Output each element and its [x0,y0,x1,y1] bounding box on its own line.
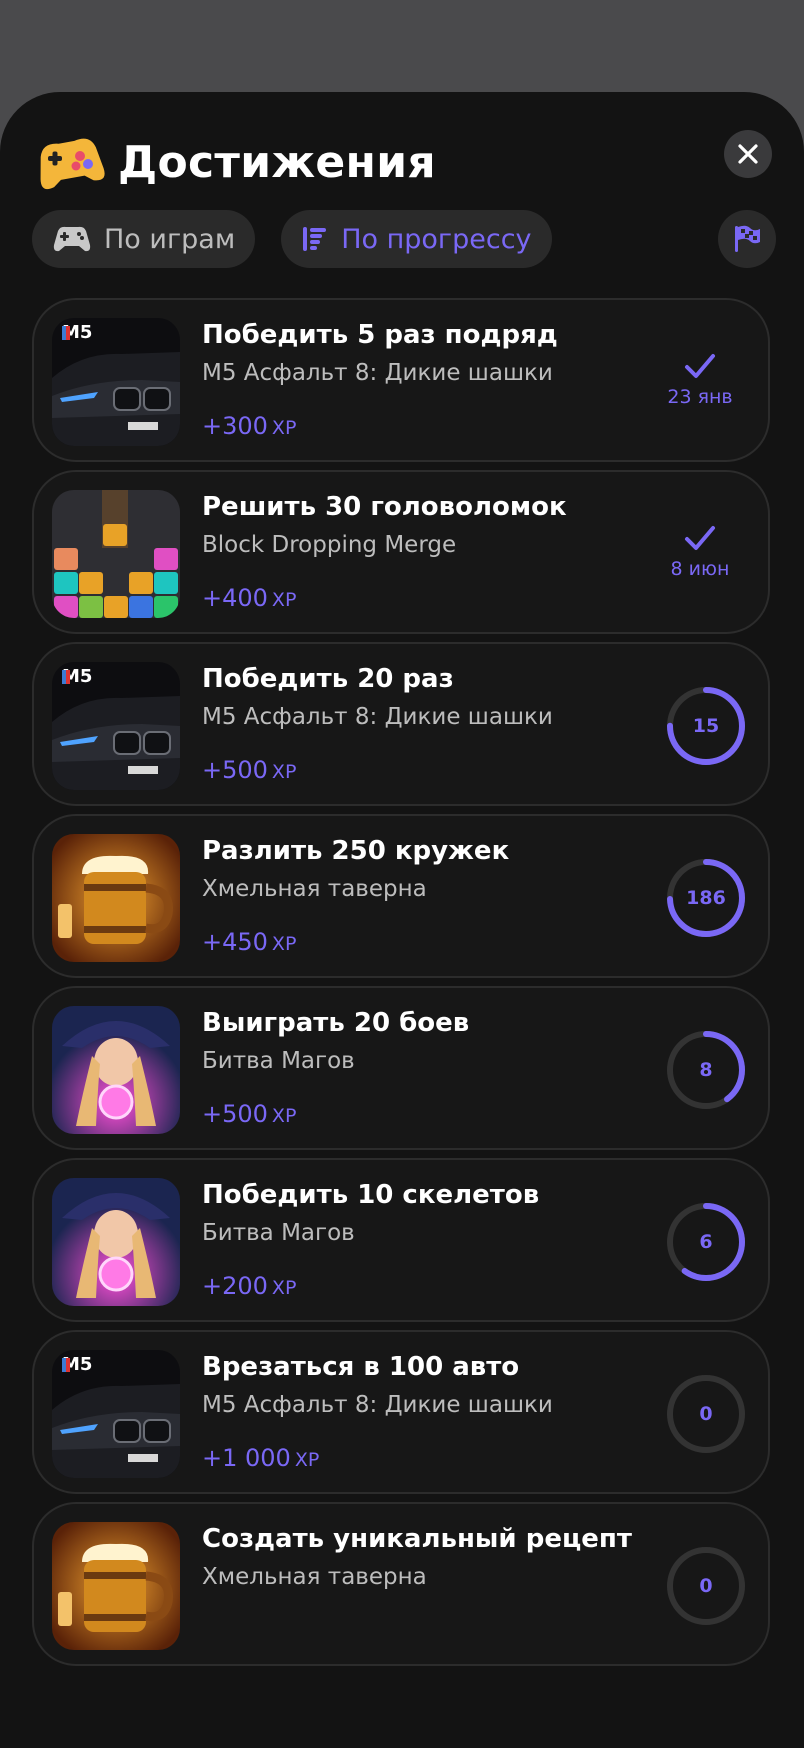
achievement-xp: +500 XP [202,1100,296,1128]
achievement-title: Победить 10 скелетов [202,1180,540,1210]
achievement-game: Block Dropping Merge [202,532,457,558]
achievement-card[interactable]: Выиграть 20 боев Битва Магов +500 XP 8 [32,986,770,1150]
progress-ring: 0 [666,1374,746,1454]
game-thumbnail [52,1178,180,1306]
xp-unit: XP [271,1277,297,1299]
achievement-game: Битва Магов [202,1048,355,1074]
game-thumbnail [52,834,180,962]
gamepad-icon [53,226,91,252]
achievement-xp: +450 XP [202,928,296,956]
game-thumbnail [52,1522,180,1650]
achievement-title: Врезаться в 100 авто [202,1352,520,1382]
xp-unit: XP [271,1105,297,1127]
achievement-title: Выиграть 20 боев [202,1008,470,1038]
achievement-game: M5 Асфальт 8: Дикие шашки [202,360,553,386]
achievement-title: Создать уникальный рецепт [202,1524,632,1554]
achievement-xp: +500 XP [202,756,296,784]
achievements-sheet: Достижения По играм По прогрессу M5 Побе… [0,92,804,1748]
xp-value: +500 [202,756,268,784]
game-thumbnail: M5 [52,318,180,446]
achievement-title: Победить 20 раз [202,664,454,694]
achievement-game: Хмельная таверна [202,876,427,902]
progress-count: 0 [699,1575,713,1597]
progress-count: 6 [699,1231,713,1253]
progress-count: 15 [692,715,720,737]
achievement-game: M5 Асфальт 8: Дикие шашки [202,1392,553,1418]
xp-unit: XP [271,589,297,611]
gamepad-logo-icon [32,130,108,194]
achievement-card[interactable]: Создать уникальный рецепт Хмельная таверн… [32,1502,770,1666]
achievement-xp: +400 XP [202,584,296,612]
finish-flag-button[interactable] [718,210,776,268]
check-icon [685,354,715,378]
close-button[interactable] [724,130,772,178]
tab-by-games-label: По играм [104,223,236,255]
achievement-card[interactable]: M5 Победить 20 раз M5 Асфальт 8: Дикие шаш… [32,642,770,806]
header: Достижения [32,122,436,202]
progress-ring: 8 [666,1030,746,1110]
progress-ring: 186 [666,858,746,938]
xp-value: +400 [202,584,268,612]
achievement-xp: +200 XP [202,1272,296,1300]
xp-value: +500 [202,1100,268,1128]
progress-count: 0 [699,1403,713,1425]
completed-status: 23 янв [660,352,740,408]
check-icon [685,526,715,550]
tabs: По играм По прогрессу [32,210,552,268]
game-thumbnail: M5 [52,1350,180,1478]
progress-ring: 0 [666,1546,746,1626]
achievement-card[interactable]: Решить 30 головоломок Block Dropping Merg… [32,470,770,634]
game-thumbnail [52,1006,180,1134]
achievement-card[interactable]: Разлить 250 кружек Хмельная таверна +450 XP… [32,814,770,978]
achievement-title: Разлить 250 кружек [202,836,510,866]
xp-value: +450 [202,928,268,956]
tab-by-games[interactable]: По играм [32,210,256,268]
page-title: Достижения [118,136,436,188]
progress-count: 186 [686,887,726,909]
close-icon [738,144,758,164]
xp-value: +200 [202,1272,268,1300]
achievement-game: Битва Магов [202,1220,355,1246]
checkered-flag-icon [735,225,760,252]
tab-by-progress[interactable]: По прогрессу [281,210,552,268]
progress-count: 8 [699,1059,713,1081]
achievement-title: Победить 5 раз подряд [202,320,558,350]
game-thumbnail [52,490,180,618]
completed-status: 8 июн [660,524,740,580]
achievement-game: Хмельная таверна [202,1564,427,1590]
xp-value: +1 000 [202,1444,291,1472]
xp-unit: XP [271,761,297,783]
progress-ring: 6 [666,1202,746,1282]
completed-date: 8 июн [670,558,730,580]
game-thumbnail: M5 [52,662,180,790]
achievement-card[interactable]: M5 Победить 5 раз подряд M5 Асфальт 8: Дик… [32,298,770,462]
achievement-card[interactable]: M5 Врезаться в 100 авто M5 Асфальт 8: Дики… [32,1330,770,1494]
xp-unit: XP [271,417,297,439]
tab-by-progress-label: По прогрессу [341,223,532,255]
progress-ring: 15 [666,686,746,766]
achievement-xp: +1 000 XP [202,1444,319,1472]
xp-unit: XP [271,933,297,955]
achievement-game: M5 Асфальт 8: Дикие шашки [202,704,553,730]
achievement-card[interactable]: Победить 10 скелетов Битва Магов +200 XP 6 [32,1158,770,1322]
achievement-xp: +300 XP [202,412,296,440]
achievement-title: Решить 30 головоломок [202,492,567,522]
xp-value: +300 [202,412,268,440]
xp-unit: XP [294,1449,320,1471]
progress-list-icon [303,227,327,251]
completed-date: 23 янв [667,386,733,408]
